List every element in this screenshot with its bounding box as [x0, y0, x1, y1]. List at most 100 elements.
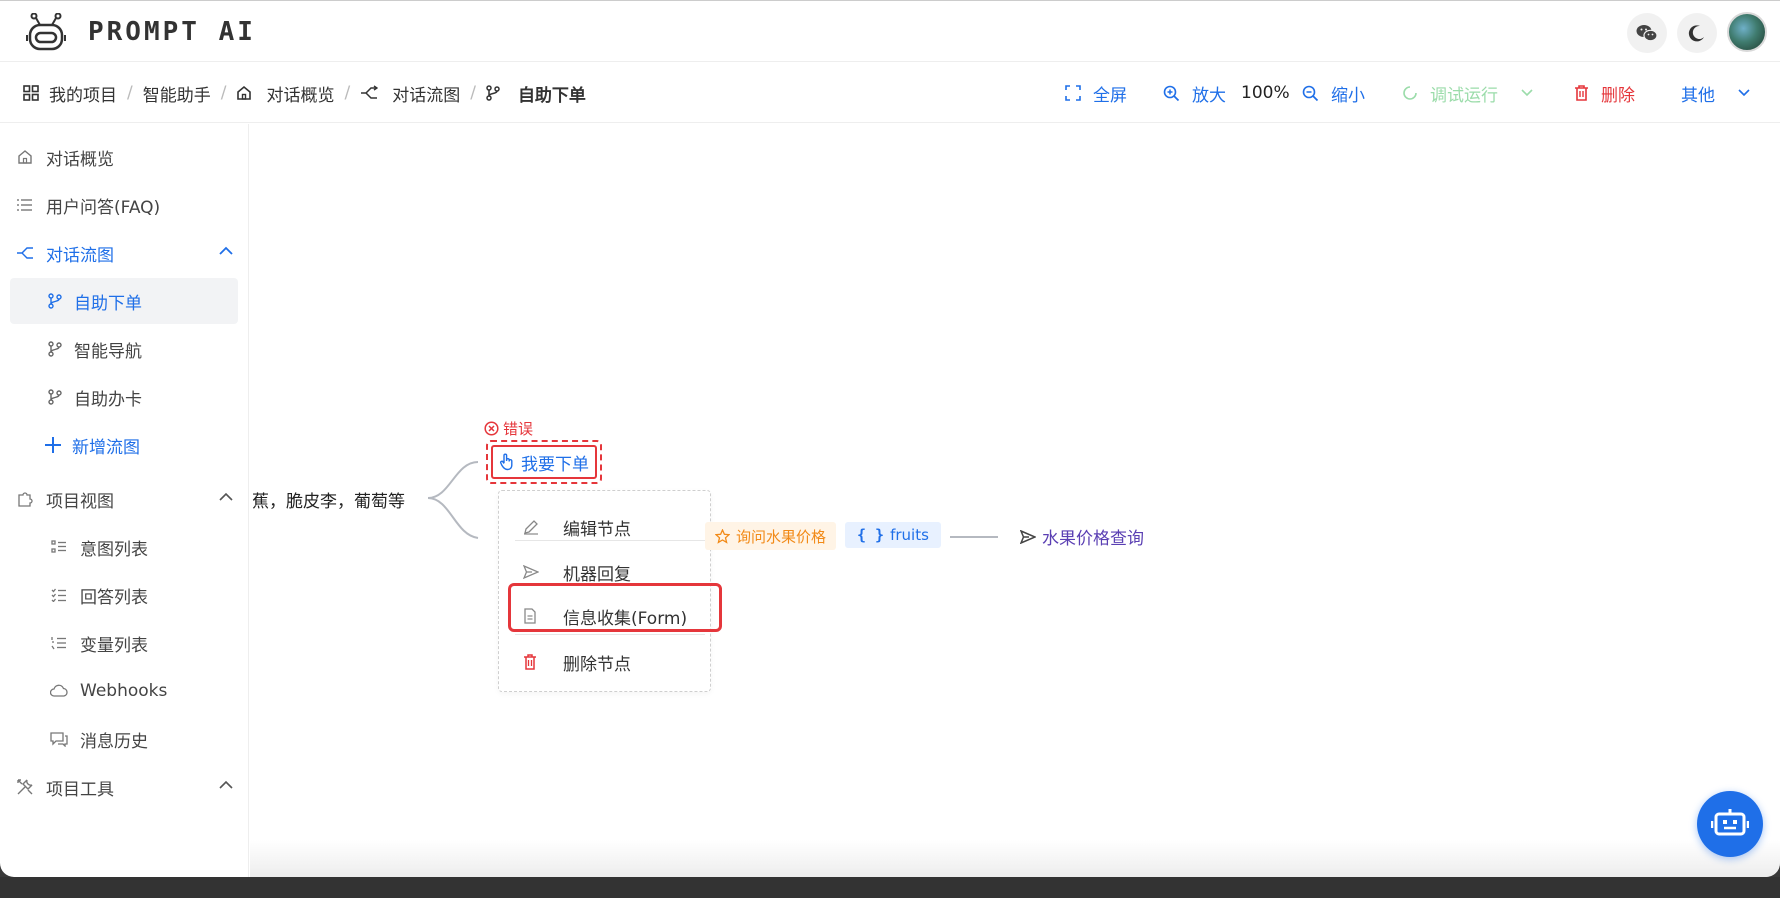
sidebar-item-label: 消息历史 [80, 731, 148, 752]
zoom-in-icon [1163, 85, 1180, 101]
branch-icon [46, 388, 64, 406]
branch-icon [46, 292, 64, 310]
breadcrumb-item-current: 自助下单 [517, 85, 586, 106]
menu-item-label: 删除节点 [563, 654, 631, 675]
sidebar-item-tools[interactable]: 项目工具 [16, 764, 244, 810]
sidebar-item-label: 项目工具 [46, 779, 114, 800]
breadcrumb: 我的项目 / 智能助手 / 对话概览 / 对话流图 / 自助下单 [23, 63, 586, 123]
intent-tag[interactable]: 询问水果价格 [705, 522, 837, 550]
fullscreen-button[interactable]: 全屏 [1065, 63, 1127, 123]
breadcrumb-item-overview[interactable]: 对话概览 [266, 81, 334, 106]
sidebar-item-flow[interactable]: 对话流图 [16, 230, 244, 276]
sidebar-item-overview[interactable]: 对话概览 [16, 134, 244, 180]
sidebar-item-variables[interactable]: 变量列表 [10, 620, 238, 666]
variable-tag[interactable]: { } fruits [845, 522, 941, 548]
variable-tag-label: fruits [890, 526, 929, 544]
menu-item-label: 机器回复 [563, 564, 631, 585]
debug-run-label: 调试运行 [1430, 85, 1498, 106]
flow-icon [361, 85, 379, 99]
error-badge: 错误 [484, 418, 533, 439]
zoom-out-icon [1302, 85, 1319, 101]
app-window: PROMPT AI 我的项目 / 智能助手 / 对话概览 / 对话流图 / 自助… [0, 0, 1780, 877]
sidebar-item-label: 新增流图 [72, 437, 140, 458]
wechat-button[interactable] [1627, 13, 1667, 53]
pencil-icon [523, 519, 541, 535]
chevron-up-icon[interactable] [218, 780, 234, 790]
sidebar-item-smart-nav[interactable]: 智能导航 [10, 326, 238, 372]
breadcrumb-separator: / [344, 83, 351, 103]
star-icon [715, 528, 730, 544]
breadcrumb-separator: / [220, 83, 227, 103]
sidebar-item-project-view[interactable]: 项目视图 [16, 476, 244, 522]
sidebar-item-label: 意图列表 [80, 539, 148, 560]
menu-item-delete-node[interactable]: 删除节点 [523, 647, 631, 677]
tools-icon [16, 778, 34, 796]
sidebar-item-card[interactable]: 自助办卡 [10, 374, 238, 420]
moon-icon [1688, 25, 1704, 42]
wechat-icon [1636, 25, 1658, 42]
list-icon [16, 196, 34, 214]
zoom-level: 100% [1241, 83, 1290, 103]
sidebar-item-label: 智能导航 [74, 341, 142, 362]
check-list-icon [50, 586, 68, 604]
delete-button[interactable]: 删除 [1574, 63, 1635, 123]
intent-tag-label: 询问水果价格 [736, 527, 827, 546]
sidebar-item-faq[interactable]: 用户问答(FAQ) [16, 182, 244, 228]
dark-mode-button[interactable] [1677, 13, 1717, 53]
sidebar-item-intents[interactable]: 意图列表 [10, 524, 238, 570]
sidebar-item-label: 自助办卡 [74, 389, 142, 410]
zoom-in-label: 放大 [1192, 85, 1226, 106]
canvas-bottom-shadow [250, 840, 1780, 877]
flow-connectors [427, 461, 998, 539]
sidebar-item-webhooks[interactable]: Webhooks [10, 668, 238, 714]
zoom-in-button[interactable]: 放大 [1163, 63, 1226, 123]
debug-run-button[interactable]: 调试运行 [1402, 63, 1534, 123]
sidebar-item-history[interactable]: 消息历史 [10, 716, 238, 762]
sidebar-item-label: Webhooks [80, 681, 168, 701]
delete-label: 删除 [1601, 85, 1635, 106]
menu-item-edit-node[interactable]: 编辑节点 [523, 512, 631, 542]
error-label: 错误 [503, 420, 534, 438]
add-flow-button[interactable]: 新增流图 [10, 422, 238, 468]
chevron-up-icon[interactable] [218, 492, 234, 502]
breadcrumb-separator: / [470, 83, 476, 103]
breadcrumb-item-assistant[interactable]: 智能助手 [143, 81, 211, 106]
sidebar-item-self-order[interactable]: 自助下单 [10, 278, 238, 324]
zoom-out-label: 缩小 [1331, 85, 1365, 106]
menu-divider [515, 634, 705, 635]
sidebar-item-label: 对话流图 [46, 245, 114, 266]
breadcrumb-item-projects[interactable]: 我的项目 [49, 81, 117, 106]
highlight-box [508, 583, 722, 632]
zoom-out-button[interactable]: 缩小 [1302, 63, 1365, 123]
sidebar-item-label: 对话概览 [46, 149, 114, 170]
os-bottom-strip [0, 877, 1780, 898]
braces-icon: { } [857, 526, 885, 544]
sidebar-item-label: 回答列表 [80, 587, 148, 608]
menu-divider [515, 540, 705, 541]
chevron-down-icon [1738, 89, 1750, 97]
user-avatar[interactable] [1727, 12, 1767, 52]
top-header: PROMPT AI [0, 0, 1780, 62]
breadcrumb-separator: / [127, 83, 133, 103]
flow-node-order[interactable]: 我要下单 [486, 440, 602, 484]
plus-icon [44, 436, 62, 454]
ordered-list-icon [50, 634, 68, 652]
toolbar: 我的项目 / 智能助手 / 对话概览 / 对话流图 / 自助下单 全屏 放大 1… [0, 63, 1780, 123]
brand-title: PROMPT AI [88, 17, 256, 47]
sidebar-item-answers[interactable]: 回答列表 [10, 572, 238, 618]
hand-pointer-icon [500, 453, 513, 471]
send-icon [1020, 529, 1036, 544]
assistant-chat-button[interactable] [1697, 791, 1763, 857]
sidebar-item-label: 用户问答(FAQ) [46, 197, 161, 218]
trash-icon [1575, 85, 1588, 101]
grid-icon [23, 85, 39, 101]
robot-logo-icon [26, 13, 66, 51]
flow-node-price-query[interactable]: 水果价格查询 [1020, 524, 1144, 549]
loading-icon [1403, 86, 1417, 100]
breadcrumb-item-flow[interactable]: 对话流图 [392, 81, 460, 106]
chevron-down-icon [1521, 89, 1533, 97]
chevron-up-icon[interactable] [218, 246, 234, 256]
flow-node-fruits-list[interactable]: 蕉，脆皮李，葡萄等 [252, 487, 405, 512]
more-dropdown[interactable]: 其他 [1681, 63, 1751, 123]
chat-icon [50, 730, 68, 748]
